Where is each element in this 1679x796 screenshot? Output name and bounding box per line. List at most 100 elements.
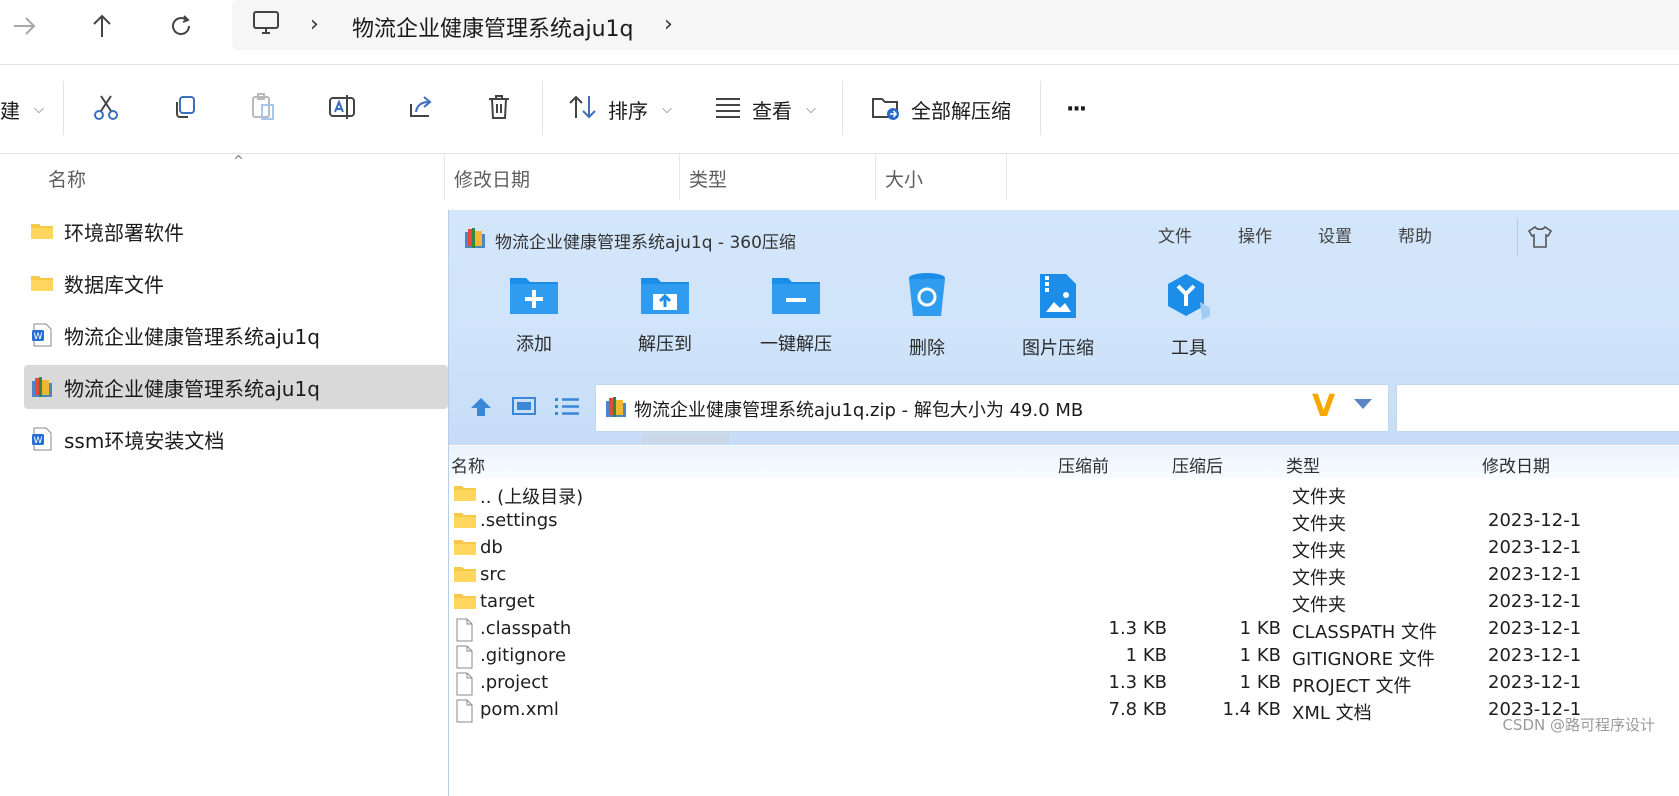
image-compress-label: 图片压缩 xyxy=(1022,338,1094,359)
zip-row-name: pom.xml xyxy=(480,699,559,720)
archive-search-field[interactable] xyxy=(1396,384,1679,432)
zip-column-after[interactable]: 压缩后 xyxy=(1172,452,1223,477)
tools-button[interactable]: 工具 xyxy=(1134,272,1244,360)
breadcrumb-separator[interactable]: › xyxy=(310,12,319,37)
zip-row-size-after: 1 KB xyxy=(1239,618,1281,639)
list-view-icon[interactable] xyxy=(554,396,580,420)
folder-icon xyxy=(453,510,477,535)
chevron-down-icon: ⌵ xyxy=(806,101,816,117)
extract-all-label: 全部解压缩 xyxy=(911,98,1011,123)
share-button[interactable] xyxy=(407,89,435,129)
column-header-size[interactable]: 大小 xyxy=(885,165,923,192)
up-arrow-icon[interactable] xyxy=(79,6,125,46)
paste-icon xyxy=(250,92,276,126)
zip-window-title: 物流企业健康管理系统aju1q - 360压缩 xyxy=(463,226,796,255)
cut-button[interactable] xyxy=(92,89,120,129)
add-label: 添加 xyxy=(516,334,552,355)
file-list-item[interactable]: W 物流企业健康管理系统aju1q xyxy=(24,313,448,357)
menu-operation[interactable]: 操作 xyxy=(1238,222,1272,247)
zip-row-type: 文件夹 xyxy=(1292,541,1346,562)
delete-button[interactable] xyxy=(486,89,512,129)
zip-list-row[interactable]: .. (上级目录) 文件夹 xyxy=(449,481,1679,508)
copy-button[interactable] xyxy=(172,89,198,129)
explorer-address-area: › 物流企业健康管理系统aju1q › xyxy=(0,0,1679,64)
breadcrumb-separator-end[interactable]: › xyxy=(664,12,673,37)
folder-icon xyxy=(453,564,477,589)
file-list-header: ^ 名称 修改日期 类型 大小 xyxy=(0,154,1679,200)
thumbnail-view-icon[interactable] xyxy=(512,396,536,420)
tools-icon xyxy=(1164,272,1214,324)
zip-row-name: .project xyxy=(480,672,549,693)
column-header-type[interactable]: 类型 xyxy=(689,165,727,192)
extract-to-button[interactable]: 解压到 xyxy=(610,272,720,356)
one-click-extract-button[interactable]: 一键解压 xyxy=(741,272,851,356)
column-header-name[interactable]: 名称 xyxy=(48,165,86,192)
rename-icon xyxy=(328,93,356,126)
zip-list-row[interactable]: db 文件夹 2023-12-1 xyxy=(449,535,1679,562)
zip-list-row[interactable]: .classpath 1.3 KB 1 KB CLASSPATH 文件 2023… xyxy=(449,616,1679,643)
delete-button[interactable]: 删除 xyxy=(872,272,982,360)
path-progress-bar xyxy=(642,433,730,443)
file-list-item[interactable]: 环境部署软件 xyxy=(24,209,448,253)
image-compress-icon xyxy=(1036,272,1080,324)
menu-help[interactable]: 帮助 xyxy=(1398,222,1432,247)
zip-row-type: XML 文档 xyxy=(1292,703,1372,724)
zip-column-modified[interactable]: 修改日期 xyxy=(1482,452,1550,477)
zip-column-before[interactable]: 压缩前 xyxy=(1058,452,1109,477)
refresh-icon[interactable] xyxy=(158,6,204,46)
zip-list-row[interactable]: .settings 文件夹 2023-12-1 xyxy=(449,508,1679,535)
zip-list-row[interactable]: pom.xml 7.8 KB 1.4 KB XML 文档 2023-12-1 xyxy=(449,697,1679,724)
zip-row-size-before: 1 KB xyxy=(1125,645,1167,666)
explorer-command-bar: 建 ⌵ 排序 ⌵ 查看 ⌵ 全部解压缩 ··· xyxy=(0,65,1679,153)
archive-path-field[interactable]: 物流企业健康管理系统aju1q.zip - 解包大小为 49.0 MB V xyxy=(595,384,1389,443)
column-divider[interactable] xyxy=(679,154,680,200)
zip-row-date: 2023-12-1 xyxy=(1488,591,1582,612)
up-level-arrow-icon[interactable] xyxy=(469,396,493,422)
zip-list-row[interactable]: .project 1.3 KB 1 KB PROJECT 文件 2023-12-… xyxy=(449,670,1679,697)
file-list-item-selected[interactable]: 物流企业健康管理系统aju1q xyxy=(24,365,448,409)
column-divider[interactable] xyxy=(875,154,876,200)
this-pc-icon[interactable] xyxy=(252,10,280,40)
zip-row-name: .classpath xyxy=(480,618,572,639)
zip-list-header: 名称 压缩前 压缩后 类型 修改日期 xyxy=(449,446,1679,478)
add-button[interactable]: 添加 xyxy=(479,272,589,356)
toolbar-separator xyxy=(542,81,543,135)
zip-path-bar: 物流企业健康管理系统aju1q.zip - 解包大小为 49.0 MB V xyxy=(449,382,1679,443)
breadcrumb-current-folder[interactable]: 物流企业健康管理系统aju1q xyxy=(352,11,634,43)
file-list-item[interactable]: W ssm环境安装文档 xyxy=(24,417,448,461)
menu-file[interactable]: 文件 xyxy=(1158,222,1192,247)
zip-list-row[interactable]: .gitignore 1 KB 1 KB GITIGNORE 文件 2023-1… xyxy=(449,643,1679,670)
zip-title-text: 物流企业健康管理系统aju1q - 360压缩 xyxy=(495,233,796,253)
menu-settings[interactable]: 设置 xyxy=(1318,222,1352,247)
extract-all-button[interactable]: 全部解压缩 xyxy=(871,89,1011,129)
zip-column-name[interactable]: 名称 xyxy=(451,452,485,477)
skin-shirt-icon[interactable] xyxy=(1517,218,1562,256)
column-divider[interactable] xyxy=(1006,154,1007,200)
folder-icon xyxy=(453,591,477,616)
zip-row-date: 2023-12-1 xyxy=(1488,672,1582,693)
column-divider[interactable] xyxy=(444,154,445,200)
zip-list-row[interactable]: target 文件夹 2023-12-1 xyxy=(449,589,1679,616)
folder-icon xyxy=(453,537,477,562)
zip-row-name: target xyxy=(480,591,535,612)
zip-column-type[interactable]: 类型 xyxy=(1286,452,1320,477)
zip-archive-icon xyxy=(30,375,54,399)
word-doc-icon: W xyxy=(30,323,54,347)
view-button[interactable]: 查看 ⌵ xyxy=(714,89,816,129)
sort-label: 排序 xyxy=(608,98,648,123)
column-header-modified[interactable]: 修改日期 xyxy=(454,165,530,192)
path-dropdown-icon[interactable] xyxy=(1354,399,1372,409)
file-list-item[interactable]: 数据库文件 xyxy=(24,261,448,305)
address-bar[interactable]: › 物流企业健康管理系统aju1q › xyxy=(232,0,1679,50)
zip-list-row[interactable]: src 文件夹 2023-12-1 xyxy=(449,562,1679,589)
more-options-button[interactable]: ··· xyxy=(1066,89,1087,129)
forward-arrow-icon[interactable] xyxy=(2,6,48,46)
paste-button[interactable] xyxy=(250,89,276,129)
image-compress-button[interactable]: 图片压缩 xyxy=(1003,272,1113,360)
sort-button[interactable]: 排序 ⌵ xyxy=(568,89,672,129)
zip-row-size-after: 1 KB xyxy=(1239,645,1281,666)
zip-row-name: .settings xyxy=(480,510,558,531)
new-button[interactable]: 建 ⌵ xyxy=(0,89,44,129)
svg-text:W: W xyxy=(34,436,43,446)
rename-button[interactable] xyxy=(328,89,356,129)
